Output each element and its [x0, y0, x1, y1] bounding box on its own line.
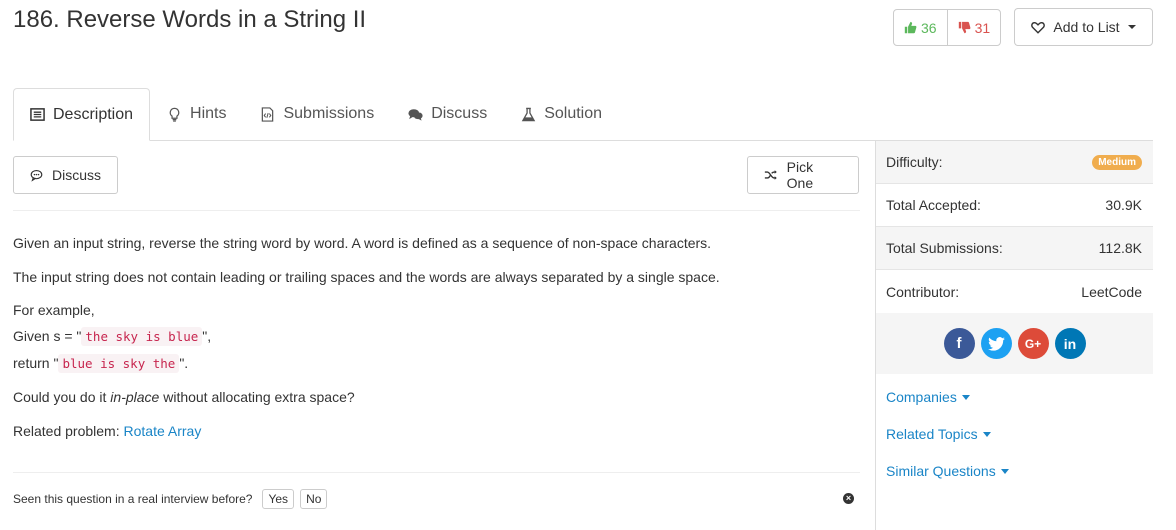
tab-hints[interactable]: Hints [150, 88, 243, 140]
comment-icon [30, 169, 43, 182]
follow-up-text: without allocating extra space? [159, 389, 355, 405]
tab-label: Hints [190, 105, 227, 122]
accepted-row: Total Accepted: 30.9K [876, 184, 1153, 227]
example-output-code: blue is sky the [58, 354, 180, 373]
lightbulb-icon [169, 107, 180, 122]
pick-one-button[interactable]: Pick One [747, 156, 859, 194]
upvote-count: 36 [921, 19, 937, 36]
related-problem-paragraph: Related problem: Rotate Array [13, 421, 860, 441]
problem-sidebar: Difficulty: Medium Total Accepted: 30.9K… [876, 141, 1153, 479]
contributor-value: LeetCode [1081, 283, 1142, 300]
comments-icon [408, 108, 423, 121]
problem-tabs: Description Hints Submissions Discuss So… [13, 88, 1153, 141]
related-problem-label: Related problem: [13, 423, 124, 439]
interview-prompt: Seen this question in a real interview b… [13, 489, 328, 509]
flask-icon [521, 107, 536, 121]
discuss-button-label: Discuss [51, 167, 101, 183]
google-plus-icon[interactable]: G+ [1017, 328, 1049, 359]
upvote-button[interactable]: 36 [894, 10, 948, 45]
divider [13, 210, 860, 211]
code-file-icon [262, 106, 274, 122]
shuffle-icon [764, 170, 777, 180]
example-return: return " blue is sky the ". [13, 350, 860, 377]
thumbs-up-icon [904, 21, 917, 34]
contributor-label: Contributor: [886, 283, 960, 300]
tab-label: Discuss [431, 105, 488, 122]
interview-yes-button[interactable]: Yes [262, 489, 295, 509]
twitter-icon[interactable] [980, 328, 1012, 359]
example-block: For example, Given s = " the sky is blue "… [13, 297, 860, 377]
example-text: Given s = " [13, 328, 82, 344]
linkedin-icon[interactable]: in [1054, 328, 1086, 359]
thumbs-down-icon [958, 21, 970, 34]
submissions-row: Total Submissions: 112.8K [876, 227, 1153, 270]
close-icon[interactable]: × [843, 493, 854, 504]
description-paragraph: The input string does not contain leadin… [13, 269, 720, 285]
submissions-label: Total Submissions: [886, 240, 1003, 256]
add-to-list-label: Add to List [1053, 19, 1120, 35]
facebook-icon[interactable]: f [943, 328, 975, 359]
caret-down-icon [1127, 25, 1136, 29]
follow-up-emphasis: in-place [110, 389, 160, 405]
example-input-code: the sky is blue [81, 327, 203, 346]
difficulty-label: Difficulty: [886, 154, 943, 170]
downvote-count: 31 [974, 19, 991, 36]
problem-description: Given an input string, reverse the strin… [13, 233, 860, 455]
example-text: ". [179, 355, 189, 371]
follow-up-text: Could you do it [13, 389, 111, 405]
example-given: Given s = " the sky is blue ", [13, 323, 860, 350]
tab-solution[interactable]: Solution [504, 88, 619, 140]
example-text: ", [202, 328, 212, 344]
difficulty-row: Difficulty: Medium [876, 141, 1153, 184]
tab-label: Submissions [283, 105, 375, 122]
heart-icon [1031, 21, 1046, 34]
description-paragraph: Given an input string, reverse the strin… [13, 235, 712, 251]
interview-question: Seen this question in a real interview b… [13, 492, 253, 506]
caret-down-icon [961, 394, 970, 400]
add-to-list-button[interactable]: Add to List [1014, 8, 1153, 46]
related-problem-link[interactable]: Rotate Array [124, 423, 202, 439]
companies-toggle[interactable]: Companies [886, 389, 970, 405]
tab-discuss[interactable]: Discuss [391, 88, 504, 140]
caret-down-icon [1000, 468, 1009, 474]
companies-label: Companies [886, 389, 957, 405]
pick-one-label: Pick One [786, 159, 814, 191]
example-text: return " [13, 355, 59, 371]
contributor-row: Contributor: LeetCode [876, 270, 1153, 313]
tab-description[interactable]: Description [13, 88, 151, 141]
caret-down-icon [982, 431, 991, 437]
problem-title: 186. Reverse Words in a String II [13, 6, 367, 33]
interview-no-button[interactable]: No [300, 489, 328, 509]
divider [13, 472, 860, 473]
tab-label: Solution [544, 105, 603, 122]
example-intro: For example, [13, 302, 95, 318]
similar-questions-toggle[interactable]: Similar Questions [886, 463, 1009, 479]
social-share: f G+ in [876, 313, 1153, 374]
vote-group: 36 31 [893, 9, 1002, 46]
accepted-value: 30.9K [1105, 197, 1142, 213]
downvote-button[interactable]: 31 [948, 10, 1001, 45]
difficulty-badge: Medium [1092, 154, 1142, 170]
related-topics-label: Related Topics [886, 426, 978, 442]
tab-submissions[interactable]: Submissions [243, 88, 391, 140]
similar-questions-label: Similar Questions [886, 463, 996, 479]
submissions-value: 112.8K [1098, 240, 1142, 256]
discuss-button[interactable]: Discuss [13, 156, 118, 194]
follow-up-paragraph: Could you do it in-place without allocat… [13, 387, 860, 407]
accepted-label: Total Accepted: [886, 197, 981, 213]
description-icon [30, 108, 45, 121]
related-topics-toggle[interactable]: Related Topics [886, 426, 991, 442]
tab-label: Description [53, 105, 134, 123]
